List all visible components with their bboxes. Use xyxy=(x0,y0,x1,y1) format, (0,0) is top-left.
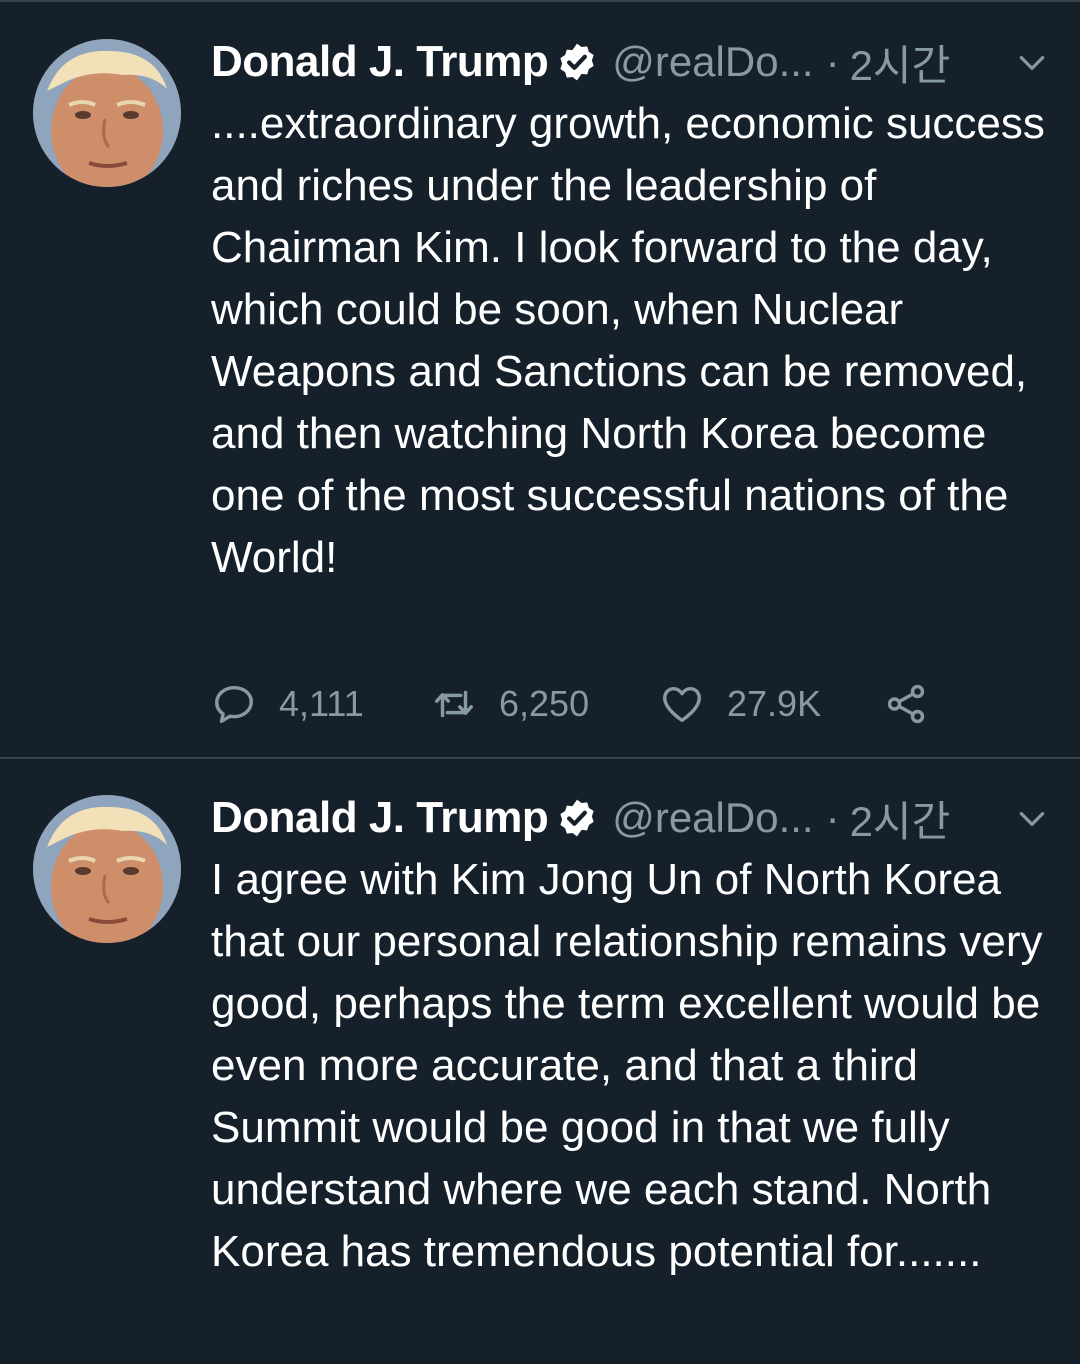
heart-icon xyxy=(663,686,701,723)
like-count: 27.9K xyxy=(727,683,822,724)
avatar-portrait xyxy=(33,39,181,187)
verified-badge-icon xyxy=(560,799,594,837)
author-name[interactable]: Donald J. Trump xyxy=(211,793,549,843)
author-name[interactable]: Donald J. Trump xyxy=(211,37,549,87)
tweet[interactable]: Donald J. Trump @realDo... · 2시간 I agree… xyxy=(0,758,1080,1364)
like-button[interactable]: 27.9K xyxy=(659,676,821,732)
tweet-text: ....extraordinary growth, economic succe… xyxy=(211,99,1045,582)
reply-button[interactable]: 4,111 xyxy=(211,676,364,732)
timestamp[interactable]: 2시간 xyxy=(850,32,951,93)
chevron-down-icon[interactable] xyxy=(1016,47,1048,79)
tweet-actions: 4,111 6,250 27.9K xyxy=(211,676,951,732)
retweet-icon xyxy=(435,690,473,718)
tweet-text: I agree with Kim Jong Un of North Korea … xyxy=(211,855,1043,1276)
reply-count: 4,111 xyxy=(279,683,364,724)
retweet-button[interactable]: 6,250 xyxy=(431,676,589,732)
verified-badge-icon xyxy=(560,43,594,81)
tweet-header: Donald J. Trump @realDo... · 2시간 xyxy=(211,793,1052,845)
separator-dot: · xyxy=(825,794,840,841)
avatar[interactable] xyxy=(33,39,181,187)
timestamp[interactable]: 2시간 xyxy=(850,788,951,849)
tweet-header: Donald J. Trump @realDo... · 2시간 xyxy=(211,37,1052,89)
chevron-down-icon[interactable] xyxy=(1016,803,1048,835)
avatar[interactable] xyxy=(33,795,181,943)
avatar-portrait xyxy=(33,795,181,943)
author-handle[interactable]: @realDo... xyxy=(612,38,813,86)
separator-dot: · xyxy=(825,38,840,85)
reply-icon xyxy=(215,685,253,723)
retweet-count: 6,250 xyxy=(499,683,590,724)
tweet[interactable]: Donald J. Trump @realDo... · 2시간 ....ext… xyxy=(0,0,1080,758)
author-handle[interactable]: @realDo... xyxy=(612,794,813,842)
share-icon xyxy=(887,684,925,724)
share-button[interactable] xyxy=(883,676,929,732)
